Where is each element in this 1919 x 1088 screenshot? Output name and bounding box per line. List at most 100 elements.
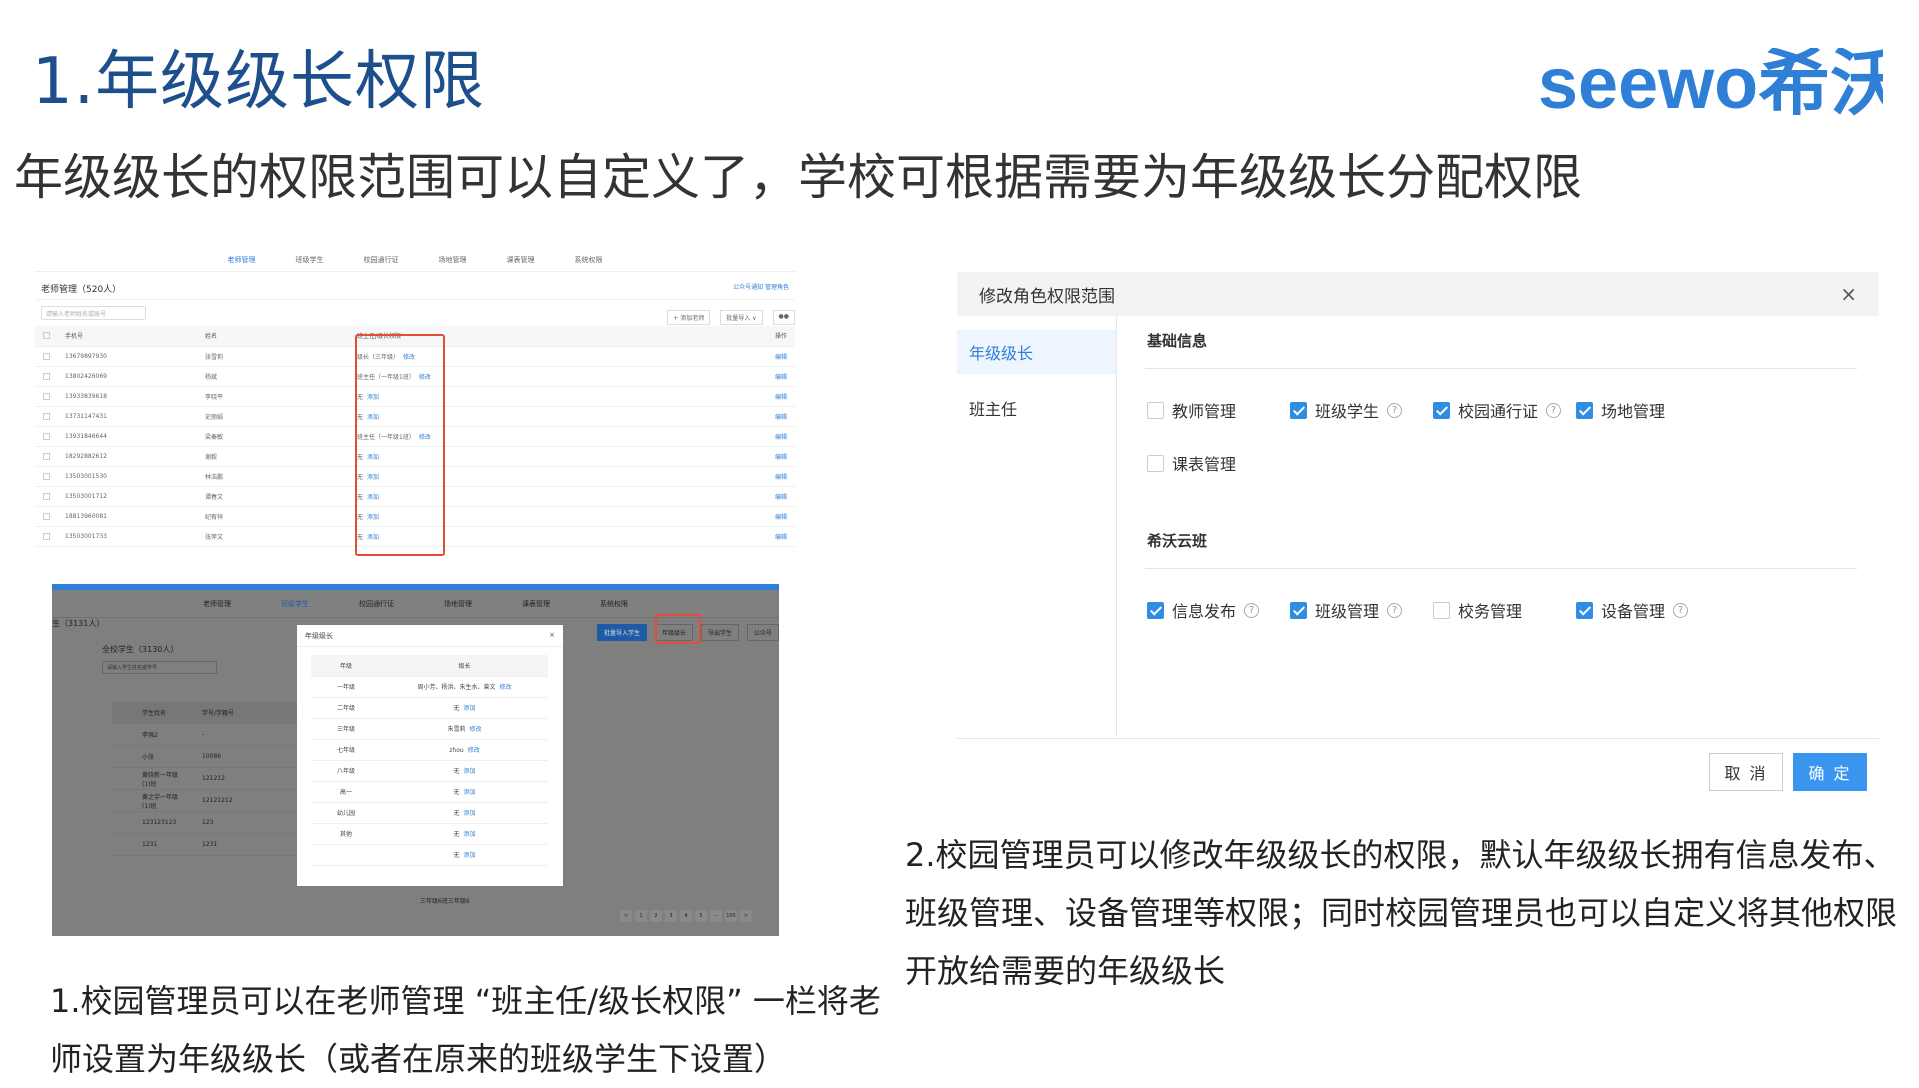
checkbox[interactable] [43,332,50,340]
nav-item[interactable]: 系统权限 [575,255,603,265]
help-icon[interactable]: ? [1387,402,1403,418]
checkbox[interactable] [1147,401,1164,419]
checkbox[interactable] [43,412,50,420]
nav-item[interactable]: 班级学生 [281,599,309,609]
grade-head-edit-link[interactable]: 添加 [464,789,476,796]
select-cell[interactable] [35,386,65,407]
teacher-search-input[interactable]: 请输入老师姓名或账号 [41,306,146,320]
close-icon[interactable]: × [549,631,555,640]
nav-item[interactable]: 场地管理 [444,599,472,609]
page-button[interactable]: < [620,910,632,922]
nav-item[interactable]: 课表管理 [522,599,550,609]
checkbox[interactable] [43,452,50,460]
page-button[interactable]: > [740,910,752,922]
permission-设备管理[interactable]: 设备管理? [1576,598,1689,622]
grade-head-edit-link[interactable]: 添加 [464,705,476,712]
checkbox[interactable] [1147,601,1164,619]
select-cell[interactable] [35,346,65,367]
export-students-button[interactable]: 导出学生 [700,624,739,641]
checkbox[interactable] [1433,601,1450,619]
edit-link[interactable]: 编辑 [775,366,795,387]
checkbox[interactable] [1147,454,1164,472]
select-cell[interactable] [35,406,65,427]
nav-item[interactable]: 老师管理 [203,599,231,609]
permission-校务管理[interactable]: 校务管理 [1433,598,1522,622]
nav-item[interactable]: 老师管理 [228,255,256,265]
select-cell[interactable] [35,446,65,467]
checkbox[interactable] [1290,401,1307,419]
edit-link[interactable]: 编辑 [775,446,795,467]
help-icon[interactable]: ? [1387,602,1403,618]
close-icon[interactable]: × [1840,282,1857,306]
grade-head-edit-link[interactable]: 修改 [468,747,480,754]
official-account-button[interactable]: 公众号 [746,624,779,641]
grade-head-edit-link[interactable]: 添加 [464,768,476,775]
cancel-button[interactable]: 取 消 [1709,753,1783,791]
checkbox[interactable] [43,472,50,480]
select-cell[interactable] [35,466,65,487]
nav-item[interactable]: 班级学生 [296,255,324,265]
toolbar-button[interactable]: + 添加老师 [667,310,711,325]
checkbox[interactable] [43,392,50,400]
permission-信息发布[interactable]: 信息发布? [1147,598,1260,622]
help-icon[interactable]: ? [1673,602,1689,618]
batch-import-button[interactable]: 批量导入学生 [596,624,647,641]
permission-场地管理[interactable]: 场地管理 [1576,398,1665,422]
select-all-cell[interactable] [35,326,65,347]
grade-head-edit-link[interactable]: 添加 [464,810,476,817]
checkbox[interactable] [43,532,50,540]
page-button[interactable]: 105 [725,910,737,922]
student-search-input[interactable]: 请输入学生姓名或学号 [102,661,217,674]
nav-item[interactable]: 场地管理 [439,255,467,265]
checkbox[interactable] [43,352,50,360]
grade-head-edit-link[interactable]: 添加 [464,831,476,838]
header-links[interactable]: 公众号通知 管理角色 [733,282,789,295]
confirm-button[interactable]: 确 定 [1793,753,1867,791]
help-icon[interactable]: ? [1244,602,1260,618]
select-cell[interactable] [35,506,65,527]
page-button[interactable]: 3 [665,910,677,922]
page-button[interactable]: 2 [650,910,662,922]
nav-item[interactable]: 课表管理 [507,255,535,265]
role-tab-grade-head[interactable]: 年级级长 [957,330,1116,374]
edit-link[interactable]: 编辑 [775,426,795,447]
checkbox[interactable] [43,432,50,440]
nav-item[interactable]: 系统权限 [600,599,628,609]
checkbox[interactable] [1576,401,1593,419]
page-button[interactable]: ··· [710,910,722,922]
grade-head-edit-link[interactable]: 修改 [470,726,482,733]
permission-班级学生[interactable]: 班级学生? [1290,398,1403,422]
checkbox[interactable] [1576,601,1593,619]
page-button[interactable]: 5 [695,910,707,922]
select-cell[interactable] [35,426,65,447]
checkbox[interactable] [1290,601,1307,619]
checkbox[interactable] [1433,401,1450,419]
edit-link[interactable]: 编辑 [775,506,795,527]
checkbox[interactable] [43,492,50,500]
edit-link[interactable]: 编辑 [775,406,795,427]
page-button[interactable]: 1 [635,910,647,922]
checkbox[interactable] [43,512,50,520]
edit-link[interactable]: 编辑 [775,486,795,507]
select-cell[interactable] [35,366,65,387]
edit-link[interactable]: 编辑 [775,386,795,407]
edit-link[interactable]: 编辑 [775,526,795,547]
role-tab-class-teacher[interactable]: 班主任 [957,386,1116,430]
grade-head-edit-link[interactable]: 修改 [500,684,512,691]
nav-item[interactable]: 校园通行证 [359,599,394,609]
select-cell[interactable] [35,526,65,547]
permission-班级管理[interactable]: 班级管理? [1290,598,1403,622]
checkbox[interactable] [43,372,50,380]
help-icon[interactable]: ? [1546,402,1562,418]
permission-校园通行证[interactable]: 校园通行证? [1433,398,1562,422]
toolbar-button[interactable]: 批量导入 ∨ [720,310,763,325]
edit-link[interactable]: 编辑 [775,466,795,487]
toolbar-button[interactable]: ●● [772,310,795,325]
page-button[interactable]: 4 [680,910,692,922]
permission-教师管理[interactable]: 教师管理 [1147,398,1236,422]
grade-head-edit-link[interactable]: 添加 [464,852,476,859]
permission-课表管理[interactable]: 课表管理 [1147,451,1236,475]
select-cell[interactable] [35,486,65,507]
edit-link[interactable]: 编辑 [775,346,795,367]
nav-item[interactable]: 校园通行证 [364,255,399,265]
